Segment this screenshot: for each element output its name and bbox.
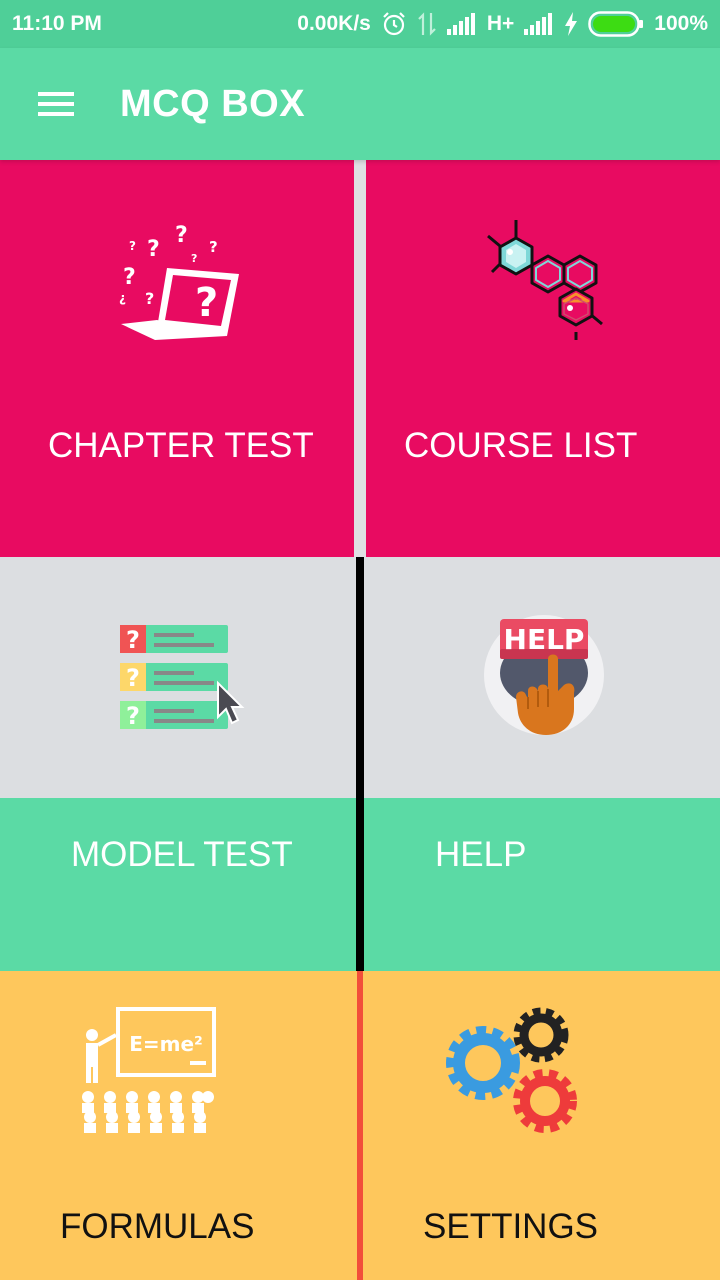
tile-label-chapter-test: CHAPTER TEST bbox=[48, 426, 314, 465]
app-bar: MCQ BOX bbox=[0, 48, 720, 160]
formula-board-text: E=me² bbox=[129, 1032, 203, 1056]
help-button-icon: HELP bbox=[482, 613, 606, 742]
molecule-icon bbox=[486, 218, 606, 347]
tile-model-test[interactable]: ? ? ? MODEL TEST bbox=[0, 557, 356, 971]
tile-chapter-test[interactable]: ? ? ? ? ? ? ? ? ¿ CHAPTER TEST bbox=[0, 160, 354, 557]
alarm-icon bbox=[381, 11, 407, 37]
status-bar: 11:10 PM 0.00K/s H+ 100% bbox=[0, 0, 720, 48]
tile-settings[interactable]: SETTINGS bbox=[363, 971, 720, 1280]
svg-text:?: ? bbox=[147, 237, 160, 262]
divider-middle bbox=[356, 557, 364, 971]
svg-text:?: ? bbox=[209, 238, 218, 256]
charging-icon bbox=[564, 12, 578, 36]
svg-text:?: ? bbox=[191, 252, 197, 265]
svg-text:?: ? bbox=[175, 223, 188, 248]
network-speed: 0.00K/s bbox=[297, 12, 371, 35]
signal-icon bbox=[446, 13, 477, 35]
svg-text:?: ? bbox=[129, 239, 136, 253]
battery-level: 100% bbox=[654, 12, 708, 35]
hamburger-menu-icon[interactable] bbox=[0, 48, 112, 160]
help-sign-text: HELP bbox=[504, 623, 585, 656]
tile-label-model-test: MODEL TEST bbox=[71, 835, 293, 874]
svg-text:?: ? bbox=[123, 265, 136, 290]
battery-icon bbox=[588, 11, 644, 37]
tile-help[interactable]: HELP HELP bbox=[364, 557, 720, 971]
question-list-icon: ? ? ? bbox=[118, 623, 248, 740]
signal-icon bbox=[524, 13, 554, 35]
svg-text:?: ? bbox=[126, 702, 140, 730]
laptop-question-icon: ? ? ? ? ? ? ? ? ¿ bbox=[115, 218, 245, 347]
tile-label-help: HELP bbox=[435, 835, 527, 874]
tile-label-formulas: FORMULAS bbox=[60, 1207, 255, 1246]
svg-text:?: ? bbox=[126, 626, 140, 654]
svg-text:¿: ¿ bbox=[119, 291, 126, 305]
status-time: 11:10 PM bbox=[12, 12, 102, 35]
svg-text:?: ? bbox=[145, 289, 154, 308]
tile-course-list[interactable]: COURSE LIST bbox=[366, 160, 720, 557]
tile-label-course-list: COURSE LIST bbox=[404, 426, 638, 465]
data-transfer-icon bbox=[417, 11, 437, 37]
tile-label-settings: SETTINGS bbox=[423, 1207, 599, 1246]
gears-icon bbox=[441, 1005, 583, 1142]
network-type: H+ bbox=[486, 12, 515, 35]
svg-text:?: ? bbox=[195, 280, 218, 326]
status-icons: 0.00K/s H+ 100% bbox=[297, 11, 708, 37]
divider-top bbox=[354, 160, 366, 557]
classroom-formula-icon: E=me² bbox=[78, 1005, 220, 1140]
svg-text:?: ? bbox=[126, 664, 140, 692]
app-title: MCQ BOX bbox=[120, 82, 306, 125]
tile-formulas[interactable]: E=me² FORMULAS bbox=[0, 971, 357, 1280]
